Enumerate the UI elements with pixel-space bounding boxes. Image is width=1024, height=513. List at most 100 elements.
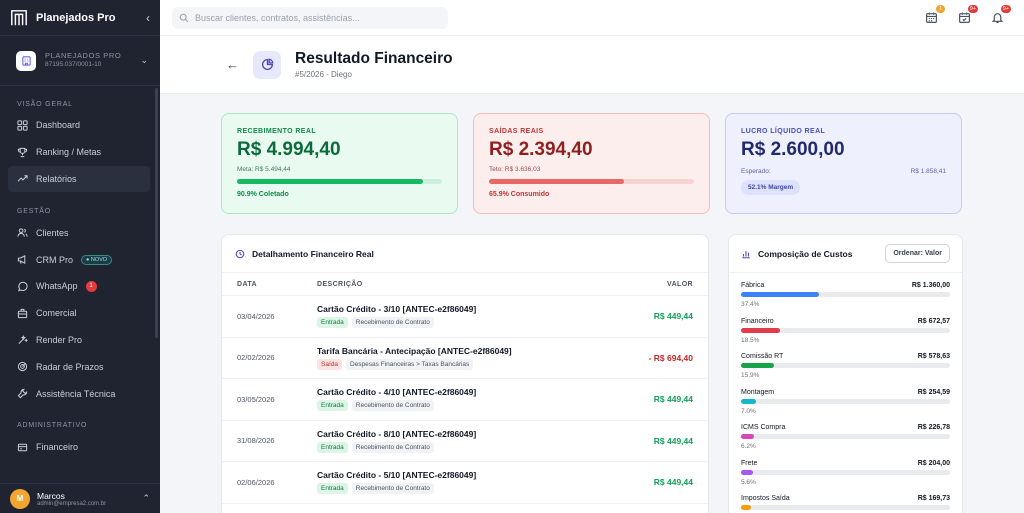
sidebar-item-label: CRM Pro: [36, 254, 74, 265]
sidebar-item-radar-prazos[interactable]: Radar de Prazos: [0, 353, 151, 380]
row-value: R$ 449,44: [653, 435, 693, 446]
cost-name: Comissão RT: [741, 353, 784, 360]
table-header: DATA DESCRIÇÃO VALOR: [222, 273, 708, 296]
bar-chart-icon: [742, 250, 750, 258]
new-badge: ● NOVO: [81, 254, 113, 265]
bell-icon: [991, 13, 1004, 23]
unread-count-badge: 1: [85, 280, 97, 292]
category-tag: Recebimento de Contrato: [351, 483, 434, 495]
sidebar-item-ranking[interactable]: Ranking / Metas: [0, 139, 151, 166]
table-row[interactable]: 31/08/2026 Cartão Crédito - 8/10 [ANTEC-e…: [222, 421, 708, 462]
user-menu[interactable]: M Marcos admin@empresa2.com.br ⌃: [0, 483, 160, 513]
cost-bar: [741, 434, 950, 439]
sidebar-item-comercial[interactable]: Comercial: [0, 300, 151, 327]
column-header-desc[interactable]: DESCRIÇÃO: [317, 281, 603, 288]
progress-bar: [489, 179, 694, 184]
sidebar-scrollbar[interactable]: [155, 88, 158, 338]
cost-name: Montagem: [741, 388, 775, 396]
sidebar-item-dashboard[interactable]: Dashboard: [0, 112, 151, 139]
collapse-sidebar-icon[interactable]: ‹: [146, 11, 150, 25]
kpi-recebimento-card: RECEBIMENTO REAL R$ 4.994,40 Meta: R$ 5.…: [221, 113, 458, 214]
chevron-up-icon: ⌃: [142, 493, 150, 503]
row-value: - R$ 694,40: [648, 352, 693, 363]
column-header-value[interactable]: VALOR: [603, 281, 693, 288]
sidebar-item-financeiro[interactable]: Financeiro: [0, 434, 151, 461]
user-email: admin@empresa2.com.br: [37, 500, 107, 507]
cost-item: Financeiro R$ 672,57 18.5%: [729, 312, 962, 348]
app-name: Planejados Pro: [36, 11, 116, 24]
kpi-teto: Teto: R$ 3.636,03: [489, 166, 541, 173]
column-header-date[interactable]: DATA: [237, 281, 317, 288]
calendar-check-icon: [959, 12, 970, 23]
kpi-saidas-card: SAÍDAS REAIS R$ 2.394,40 Teto: R$ 3.636,…: [473, 113, 710, 214]
back-arrow-icon[interactable]: ←: [226, 57, 239, 72]
cost-bar-fill: [741, 363, 775, 368]
sidebar-item-assistencia-tecnica[interactable]: Assistência Técnica: [0, 380, 151, 407]
row-value: R$ 449,44: [653, 477, 693, 488]
cost-composition-panel: Composição de Custos Ordenar: Valor Fábr…: [728, 234, 963, 513]
users-icon: [17, 228, 28, 238]
sidebar-item-label: Assistência Técnica: [36, 388, 116, 399]
kpi-label: SAÍDAS REAIS: [489, 128, 544, 135]
cost-bar-fill: [741, 469, 753, 475]
kpi-label: RECEBIMENTO REAL: [237, 128, 316, 135]
row-date: 31/08/2026: [237, 436, 275, 446]
detail-panel: Detalhamento Financeiro Real DATA DESCRI…: [221, 234, 709, 513]
sort-button[interactable]: Ordenar: Valor: [885, 244, 950, 263]
sidebar-item-clientes[interactable]: Clientes: [0, 219, 151, 246]
search-input[interactable]: [195, 12, 435, 23]
cost-bar: [741, 292, 950, 297]
kpi-footer: 90.9% Coletado: [237, 191, 289, 198]
table-row[interactable]: 02/02/2026 Tarifa Bancária - Antecipação …: [222, 338, 708, 379]
row-description: Cartão Crédito - 5/10 [ANTEC-e2f86049]: [317, 470, 477, 481]
row-date: 03/05/2026: [237, 394, 275, 404]
company-selector[interactable]: PLANEJADOS PRO 87195.037/0001-10 ⌄: [0, 36, 160, 86]
search-icon: [179, 13, 189, 22]
company-cnpj: 87195.037/0001-10: [45, 61, 102, 69]
sidebar-item-label: Ranking / Metas: [36, 147, 102, 158]
logo-icon: [11, 9, 27, 25]
expected-label: Esperado:: [741, 168, 771, 175]
type-tag: Saída: [317, 358, 342, 370]
table-row[interactable]: 03/05/2026 Cartão Crédito - 4/10 [ANTEC-e…: [222, 379, 708, 421]
grid-icon: [17, 120, 28, 131]
category-tag: Recebimento de Contrato: [351, 317, 434, 329]
cost-bar-fill: [741, 505, 751, 510]
sidebar-item-relatorios[interactable]: Relatórios: [8, 165, 150, 193]
row-description: Cartão Crédito - 4/10 [ANTEC-e2f86049]: [317, 387, 477, 398]
pie-chart-icon: [253, 50, 281, 79]
radar-icon: [17, 362, 28, 372]
cost-item: Fábrica R$ 1.360,00 37.4%: [729, 276, 962, 312]
cost-item: Comissão RT R$ 578,63 15.9%: [729, 347, 962, 383]
row-date: 02/06/2026: [237, 477, 275, 487]
agenda-notification-button[interactable]: 9+: [958, 5, 978, 24]
sidebar-item-label: Clientes: [36, 227, 69, 238]
search-box[interactable]: [172, 6, 448, 29]
kpi-meta: Meta: R$ 5.494,44: [237, 166, 291, 173]
sidebar-item-label: Radar de Prazos: [36, 361, 104, 372]
table-row[interactable]: 02/06/2026 Cartão Crédito - 5/10 [ANTEC-e…: [222, 462, 708, 504]
progress-fill: [489, 179, 625, 184]
calendar-notification-button[interactable]: 1: [925, 5, 945, 24]
wrench-icon: [17, 388, 28, 399]
table-row[interactable]: 03/04/2026 Cartão Crédito - 3/10 [ANTEC-e…: [222, 296, 708, 338]
row-description: Tarifa Bancária - Antecipação [ANTEC-e2f…: [317, 345, 512, 356]
sidebar-item-label: Financeiro: [36, 442, 79, 453]
sidebar-item-whatsapp[interactable]: WhatsApp 1: [0, 273, 151, 300]
sidebar-item-render-pro[interactable]: Render Pro: [0, 327, 151, 354]
cost-amount: R$ 1.360,00: [911, 282, 950, 289]
bell-notification-button[interactable]: 9+: [991, 5, 1011, 24]
card-icon: [17, 443, 28, 452]
briefcase-icon: [17, 308, 28, 318]
category-tag: Despesas Financeiras > Taxas Bancárias: [346, 358, 474, 370]
brand: Planejados Pro ‹: [0, 0, 160, 36]
type-tag: Entrada: [317, 441, 348, 453]
section-label-visao-geral: VISÃO GERAL: [17, 100, 73, 108]
category-tag: Recebimento de Contrato: [351, 400, 434, 412]
building-icon: [16, 50, 36, 71]
cost-percent: 18.5%: [741, 336, 760, 344]
sidebar-item-label: WhatsApp: [36, 281, 78, 292]
sidebar-item-crm-pro[interactable]: CRM Pro ● NOVO: [0, 246, 151, 273]
cost-item: ICMS Compra R$ 226,78 6.2%: [729, 418, 962, 454]
cost-bar: [741, 505, 950, 510]
